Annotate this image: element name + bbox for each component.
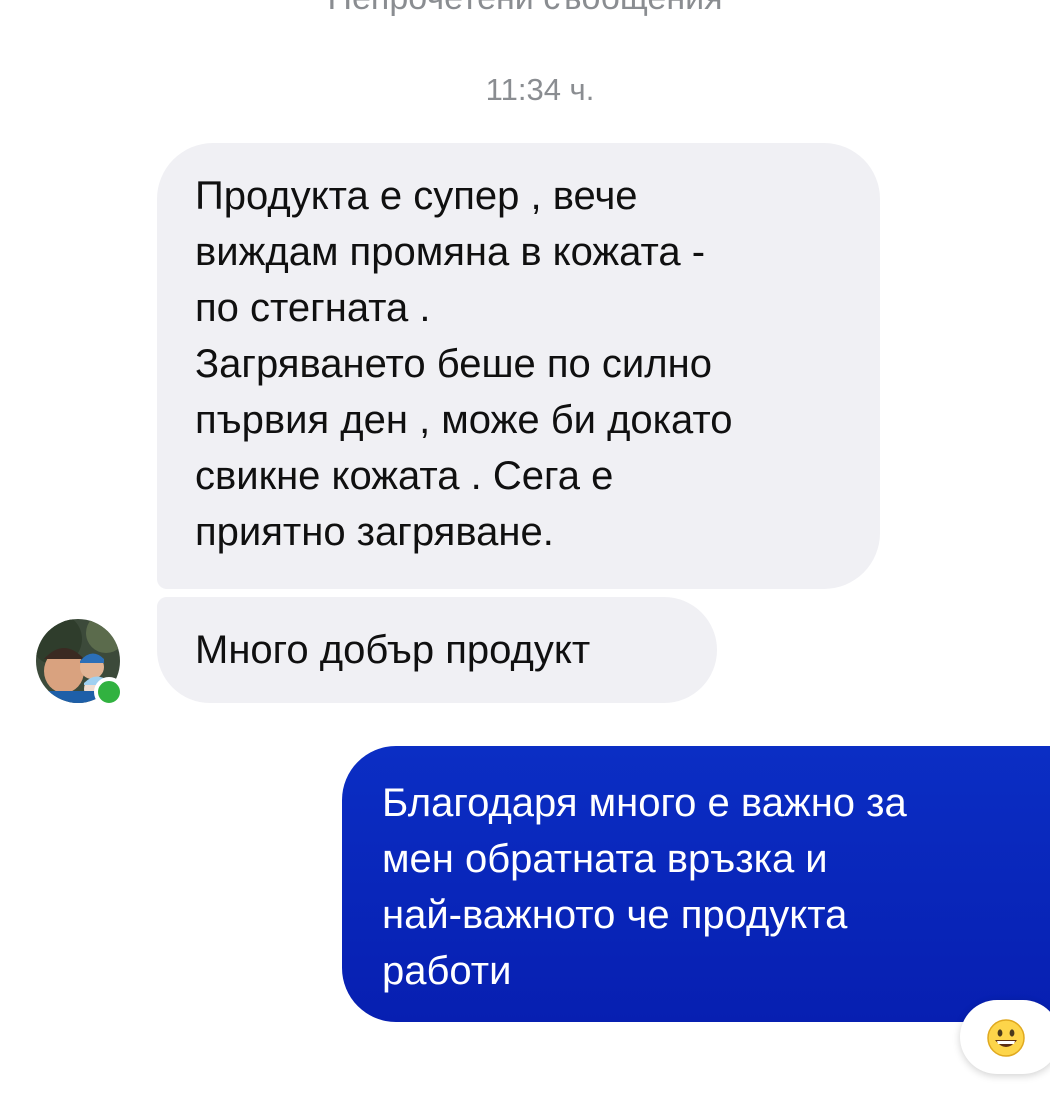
- online-status-indicator: [94, 677, 124, 707]
- grinning-face-emoji-icon: [987, 1019, 1025, 1057]
- incoming-message-bubble[interactable]: Продукта е супер , вече виждам промяна в…: [157, 143, 880, 589]
- unread-messages-divider: Непрочетени съобщения: [0, 0, 1050, 18]
- message-reaction[interactable]: [960, 1000, 1050, 1074]
- outgoing-message-bubble[interactable]: Благодаря много е важно за мен обратната…: [342, 746, 1050, 1022]
- message-timestamp: 11:34 ч.: [485, 72, 595, 107]
- incoming-message-bubble[interactable]: Много добър продукт: [157, 597, 717, 703]
